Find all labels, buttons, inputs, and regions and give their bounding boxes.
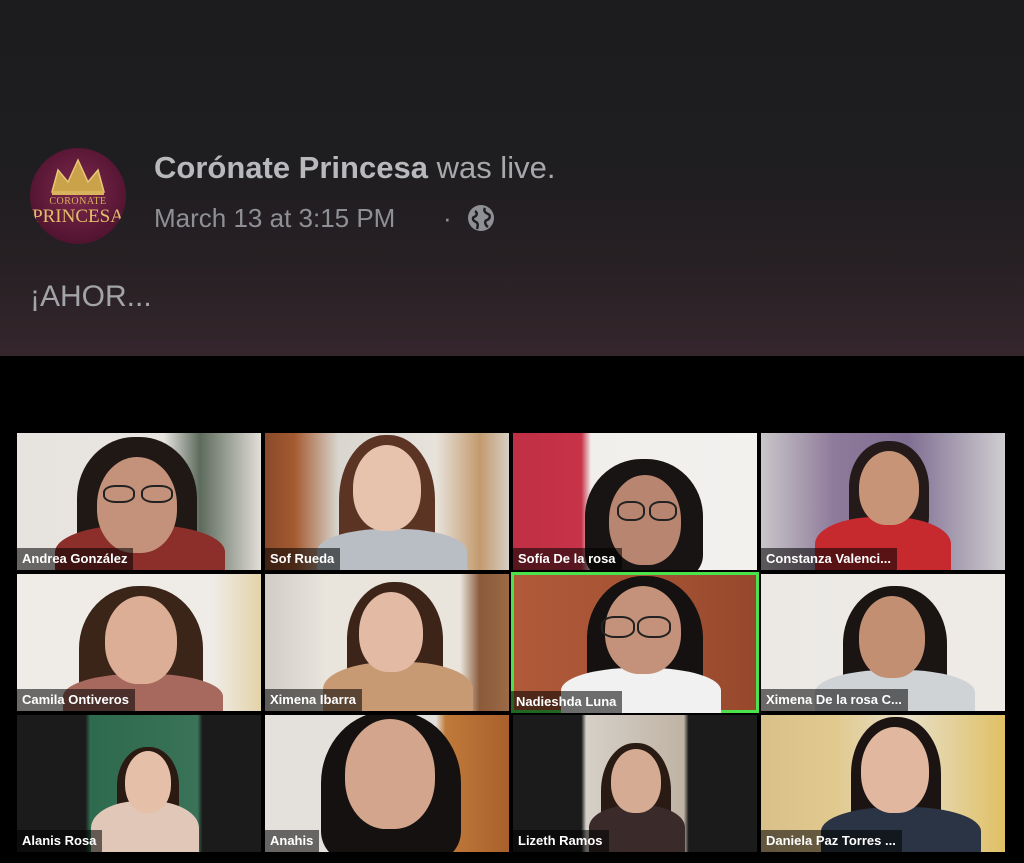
participant-name: Anahis xyxy=(265,830,320,852)
participant-name: Camila Ontiveros xyxy=(17,689,135,711)
globe-icon xyxy=(468,205,494,231)
participant-name: Ximena Ibarra xyxy=(265,689,362,711)
page-name[interactable]: Corónate Princesa xyxy=(154,150,428,185)
participant-tile[interactable]: Lizeth Ramos xyxy=(513,715,757,852)
facebook-post-header: CORONATE PRINCESA Corónate Princesa was … xyxy=(0,0,1024,356)
participant-name: Sofía De la rosa xyxy=(513,548,622,570)
page-avatar[interactable]: CORONATE PRINCESA xyxy=(30,148,126,244)
participant-name: Lizeth Ramos xyxy=(513,830,609,852)
avatar-text-bottom: PRINCESA xyxy=(32,206,124,227)
participant-tile[interactable]: Ximena Ibarra xyxy=(265,574,509,711)
participant-tile[interactable]: Daniela Paz Torres ... xyxy=(761,715,1005,852)
participant-name: Sof Rueda xyxy=(265,548,341,570)
post-body-text[interactable]: ¡AHOR... xyxy=(30,280,152,314)
participant-tile[interactable]: Ximena De la rosa C... xyxy=(761,574,1005,711)
participant-name: Daniela Paz Torres ... xyxy=(761,830,902,852)
participant-name: Nadieshda Luna xyxy=(511,691,623,713)
timestamp-separator: · xyxy=(443,203,452,233)
participant-tile[interactable]: Camila Ontiveros xyxy=(17,574,261,711)
page-name-line: Corónate Princesa was live. xyxy=(154,150,555,186)
participant-tile[interactable]: Constanza Valenci... xyxy=(761,433,1005,570)
participant-tile[interactable]: Andrea González xyxy=(17,433,261,570)
participant-tile[interactable]: Sof Rueda xyxy=(265,433,509,570)
post-timestamp[interactable]: March 13 at 3:15 PM xyxy=(154,203,395,234)
video-call-grid: Andrea González Sof Rueda Sofía De la ro… xyxy=(0,356,1024,863)
participant-tile[interactable]: Alanis Rosa xyxy=(17,715,261,852)
live-status: was live. xyxy=(436,150,556,185)
participant-name: Alanis Rosa xyxy=(17,830,103,852)
participant-tile[interactable]: Sofía De la rosa xyxy=(513,433,757,570)
participant-tile[interactable]: Anahis xyxy=(265,715,509,852)
participant-name: Ximena De la rosa C... xyxy=(761,689,908,711)
participant-name: Constanza Valenci... xyxy=(761,548,897,570)
participant-tile-active-speaker[interactable]: Nadieshda Luna xyxy=(511,572,759,713)
participant-name: Andrea González xyxy=(17,548,134,570)
